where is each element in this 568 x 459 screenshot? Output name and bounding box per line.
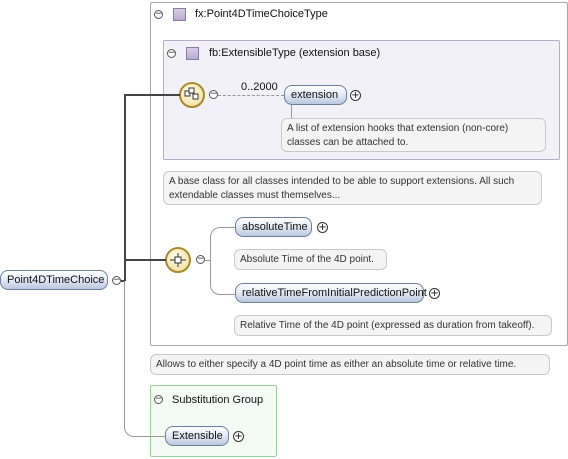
extension-element[interactable]: extension [284,85,347,105]
root-collapse-toggle[interactable]: − [112,276,121,285]
relative-time-expand-button[interactable]: + [429,288,440,299]
extension-base-collapse-toggle[interactable]: − [167,49,176,58]
extension-doc-pointer [291,105,292,118]
element-documentation: Allows to either specify a 4D point time… [150,354,550,375]
trunk-to-choice [124,259,166,261]
choice-stem [205,260,211,261]
choice-compositor-icon[interactable] [165,247,191,273]
extensible-expand-button[interactable]: + [233,431,244,442]
complex-type-collapse-toggle[interactable]: − [154,10,163,19]
choice-branch-connector [210,227,236,295]
relative-time-element[interactable]: relativeTimeFromInitialPredictionPoint [235,283,427,303]
absolute-time-element[interactable]: absoluteTime [235,217,312,237]
sequence-collapse-toggle[interactable]: − [209,90,218,99]
extension-documentation: A list of extension hooks that extension… [281,118,546,152]
extension-cardinality: 0..2000 [241,81,278,93]
sequence-compositor-icon[interactable] [179,82,205,108]
complex-type-icon [173,8,186,21]
sequence-connector [218,95,284,96]
absolute-time-documentation: Absolute Time of the 4D point. [234,249,387,270]
extension-base-icon [186,47,199,60]
extension-base-name: fb:ExtensibleType (extension base) [209,47,381,59]
trunk-to-sequence [124,94,180,96]
absolute-time-expand-button[interactable]: + [317,222,328,233]
extension-expand-button[interactable]: + [350,90,361,101]
substitution-group-title: Substitution Group [172,394,264,406]
root-element[interactable]: Point4DTimeChoice [0,270,108,290]
root-trunk [124,94,126,281]
choice-collapse-toggle[interactable]: − [196,255,205,264]
type-documentation: A base class for all classes intended to… [163,171,542,205]
relative-time-documentation: Relative Time of the 4D point (expressed… [234,315,552,336]
substitution-connector [124,281,166,437]
extensible-element[interactable]: Extensible [165,426,229,446]
complex-type-name: fx:Point4DTimeChoiceType [195,8,328,20]
